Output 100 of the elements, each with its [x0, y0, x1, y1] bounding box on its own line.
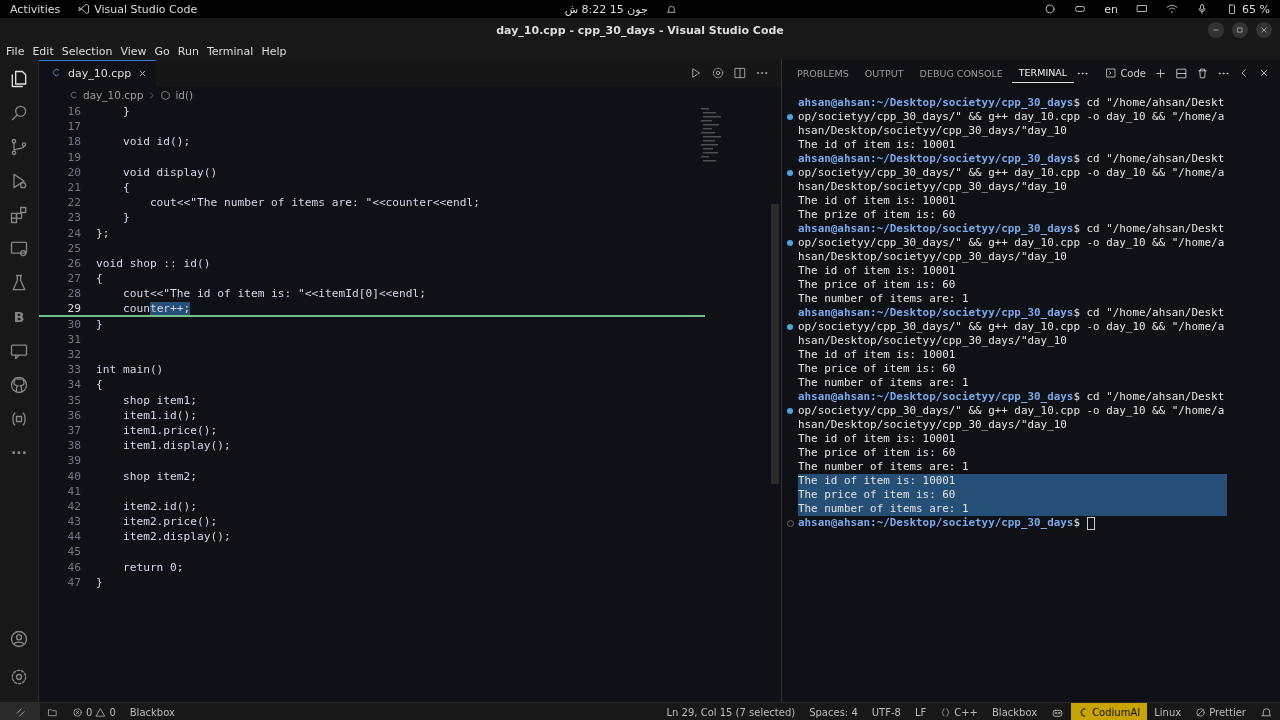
extension-button[interactable]: B: [4, 302, 34, 332]
prettier-label: Prettier: [1209, 706, 1246, 718]
menu-item[interactable]: File: [2, 44, 29, 58]
panel-tab[interactable]: PROBLEMS: [790, 63, 856, 83]
menu-item[interactable]: Help: [257, 44, 291, 58]
panel-tab[interactable]: DEBUG CONSOLE: [912, 63, 1010, 83]
code-line: {: [96, 271, 103, 287]
menu-item[interactable]: View: [116, 44, 151, 58]
terminal-output: The number of items are: 1: [798, 292, 970, 306]
code-line: return 0;: [121, 559, 184, 575]
status-dot-icon: [787, 240, 793, 246]
no-folder-icon: [47, 706, 58, 718]
terminal-output: The price of item is: 60: [798, 362, 957, 376]
line-number: 43: [66, 514, 82, 530]
status-item[interactable]: Blackbox: [122, 703, 182, 720]
terminal-command: ahsan@ahsan:~/Desktop/societyy/cpp_30_days$ cd "/home/ahsan/Desktop/societyy/cpp_30_days/" && g++ day_10.cpp -o day_10 && "/home/ahsan/Desktop/societyy/cpp_30_days/"day_10: [798, 152, 1226, 194]
codiumai-label: CodiumAI: [1092, 706, 1141, 718]
line-number: 21: [66, 179, 82, 196]
menu-item[interactable]: Run: [173, 44, 203, 58]
maximize-button[interactable]: [1232, 22, 1248, 38]
keyboard-layout[interactable]: en: [1104, 2, 1119, 16]
code-line: {: [96, 377, 103, 393]
panel-tab[interactable]: OUTPUT: [857, 63, 911, 83]
code-line: cout<<"The number of items are: "<<counter<<endl;: [148, 195, 480, 211]
menu-item[interactable]: Terminal: [202, 44, 258, 58]
warning-icon: [95, 706, 107, 718]
line-number: 32: [66, 347, 82, 363]
line-number: 28: [66, 286, 82, 302]
line-number: 38: [66, 438, 82, 454]
terminal-command: ahsan@ahsan:~/Desktop/societyy/cpp_30_days$ cd "/home/ahsan/Desktop/societyy/cpp_30_days/" && g++ day_10.cpp -o day_10 && "/home/ahsan/Desktop/societyy/cpp_30_days/"day_10: [798, 222, 1226, 264]
status-item[interactable]: Spaces: 4: [802, 703, 865, 720]
settings-icon: [711, 66, 725, 80]
prettier-status[interactable]: Prettier: [1188, 703, 1253, 720]
status-item[interactable]: Linux: [1147, 703, 1189, 720]
wifi-icon: [1166, 3, 1179, 15]
code-line: {: [121, 179, 130, 196]
terminal-output: The id of item is: 10001: [798, 474, 1228, 488]
line-number: 41: [66, 483, 82, 499]
code-line: void id();: [121, 134, 191, 150]
line-number: 31: [66, 331, 82, 347]
activities-button[interactable]: Activities: [10, 2, 61, 16]
microphone-icon: [1196, 3, 1209, 15]
code-line: shop item2;: [121, 468, 198, 484]
terminal-output: The id of item is: 10001: [798, 194, 957, 208]
close-button[interactable]: [1256, 22, 1272, 38]
minimize-button[interactable]: [1208, 22, 1224, 38]
split-icon: [1175, 66, 1188, 80]
scrollbar[interactable]: [771, 204, 779, 484]
menu-item[interactable]: Edit: [28, 44, 58, 58]
braces-icon: [940, 706, 952, 718]
terminal-command: ahsan@ahsan:~/Desktop/societyy/cpp_30_days$ cd "/home/ahsan/Desktop/societyy/cpp_30_days/" && g++ day_10.cpp -o day_10 && "/home/ahsan/Desktop/societyy/cpp_30_days/"day_10: [798, 390, 1226, 432]
more-button[interactable]: ···: [4, 438, 34, 468]
line-number: 22: [66, 195, 82, 211]
line-number: 42: [66, 498, 82, 515]
language-status[interactable]: C++: [933, 703, 985, 720]
terminal-output: The number of items are: 1: [798, 460, 970, 474]
problems-status[interactable]: 0 0: [65, 703, 123, 720]
codiumai-status[interactable]: CodiumAI: [1071, 703, 1148, 720]
status-item[interactable]: Blackbox: [985, 703, 1045, 720]
terminal-command: ahsan@ahsan:~/Desktop/societyy/cpp_30_days$: [798, 516, 1228, 530]
code-line: }: [96, 574, 103, 590]
account-icon: [9, 629, 29, 649]
code-line: item1.display();: [121, 438, 231, 454]
line-number: 19: [66, 149, 82, 165]
line-number: 17: [66, 119, 82, 135]
status-item[interactable]: Ln 29, Col 15 (7 selected): [659, 703, 803, 720]
chevron-right-icon: [147, 90, 157, 100]
terminal-output: The price of item is: 60: [798, 488, 1228, 502]
window-title: day_10.cpp - cpp_30_days - Visual Studio Code: [496, 23, 784, 37]
editor-tab[interactable]: day_10.cpp: [39, 60, 157, 86]
code-line: void display(): [121, 164, 218, 180]
battery-level[interactable]: 65 %: [1242, 2, 1270, 16]
menu-item[interactable]: Selection: [57, 44, 117, 58]
terminal-selector[interactable]: Code: [1105, 67, 1146, 79]
split-editor-icon: [733, 66, 747, 80]
error-count: 0: [86, 706, 93, 718]
breadcrumb-item[interactable]: id(): [175, 89, 194, 101]
clock[interactable]: جون 15 8:22 ش: [564, 2, 648, 16]
status-item[interactable]: UTF-8: [864, 703, 908, 720]
line-number: 18: [66, 134, 82, 150]
monitor-icon: [9, 239, 29, 259]
line-number: 30: [66, 316, 82, 332]
code-line: item1.id();: [121, 407, 198, 423]
code-line: item2.price();: [121, 514, 218, 530]
panel-tab[interactable]: TERMINAL: [1011, 63, 1075, 83]
terminal-output: The id of item is: 10001: [798, 264, 957, 278]
status-item[interactable]: LF: [907, 703, 934, 720]
error-icon: [72, 706, 83, 718]
breadcrumb-item[interactable]: day_10.cpp: [83, 89, 144, 101]
code-line: counter++;: [121, 301, 191, 315]
close-icon: [1259, 25, 1269, 35]
line-number: 16: [66, 104, 82, 120]
menu-item[interactable]: Go: [150, 44, 174, 58]
terminal-output: The price of item is: 60: [798, 278, 957, 292]
cpp-file-icon: [69, 90, 79, 100]
app-name[interactable]: Visual Studio Code: [94, 2, 198, 16]
code-line: int main(): [96, 362, 164, 378]
line-number: 35: [66, 392, 82, 408]
line-number: 33: [66, 362, 82, 378]
terminal-output: The id of item is: 10001: [798, 348, 957, 362]
